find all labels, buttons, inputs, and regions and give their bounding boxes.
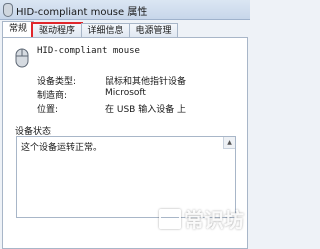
scroll-up-icon[interactable]: ▲ (223, 137, 235, 149)
device-name: HID-compliant mouse (37, 46, 140, 56)
tab-details[interactable]: 详细信息 (81, 23, 130, 38)
watermark: 常识坊 (159, 204, 244, 233)
device-status-text: 这个设备运转正常。 (21, 143, 103, 153)
mouse-title-icon (3, 3, 13, 17)
tab-power-management[interactable]: 电源管理 (129, 23, 178, 38)
window-title: HID-compliant mouse 属性 (16, 7, 148, 18)
book-icon (159, 209, 181, 229)
manufacturer-label: 制造商: (37, 91, 68, 101)
watermark-text: 常识坊 (184, 208, 244, 232)
title-bar[interactable]: HID-compliant mouse 属性 (0, 0, 250, 20)
device-type-label: 设备类型: (37, 77, 77, 87)
location-label: 位置: (37, 105, 59, 115)
tab-driver[interactable]: 驱动程序 (31, 22, 83, 39)
mouse-icon (15, 48, 29, 68)
location-value: 在 USB 输入设备 上 (105, 105, 187, 115)
manufacturer-value: Microsoft (105, 88, 146, 98)
device-type-value: 鼠标和其他指针设备 (105, 77, 187, 87)
tab-strip: 常规 驱动程序 详细信息 电源管理 (0, 20, 250, 39)
